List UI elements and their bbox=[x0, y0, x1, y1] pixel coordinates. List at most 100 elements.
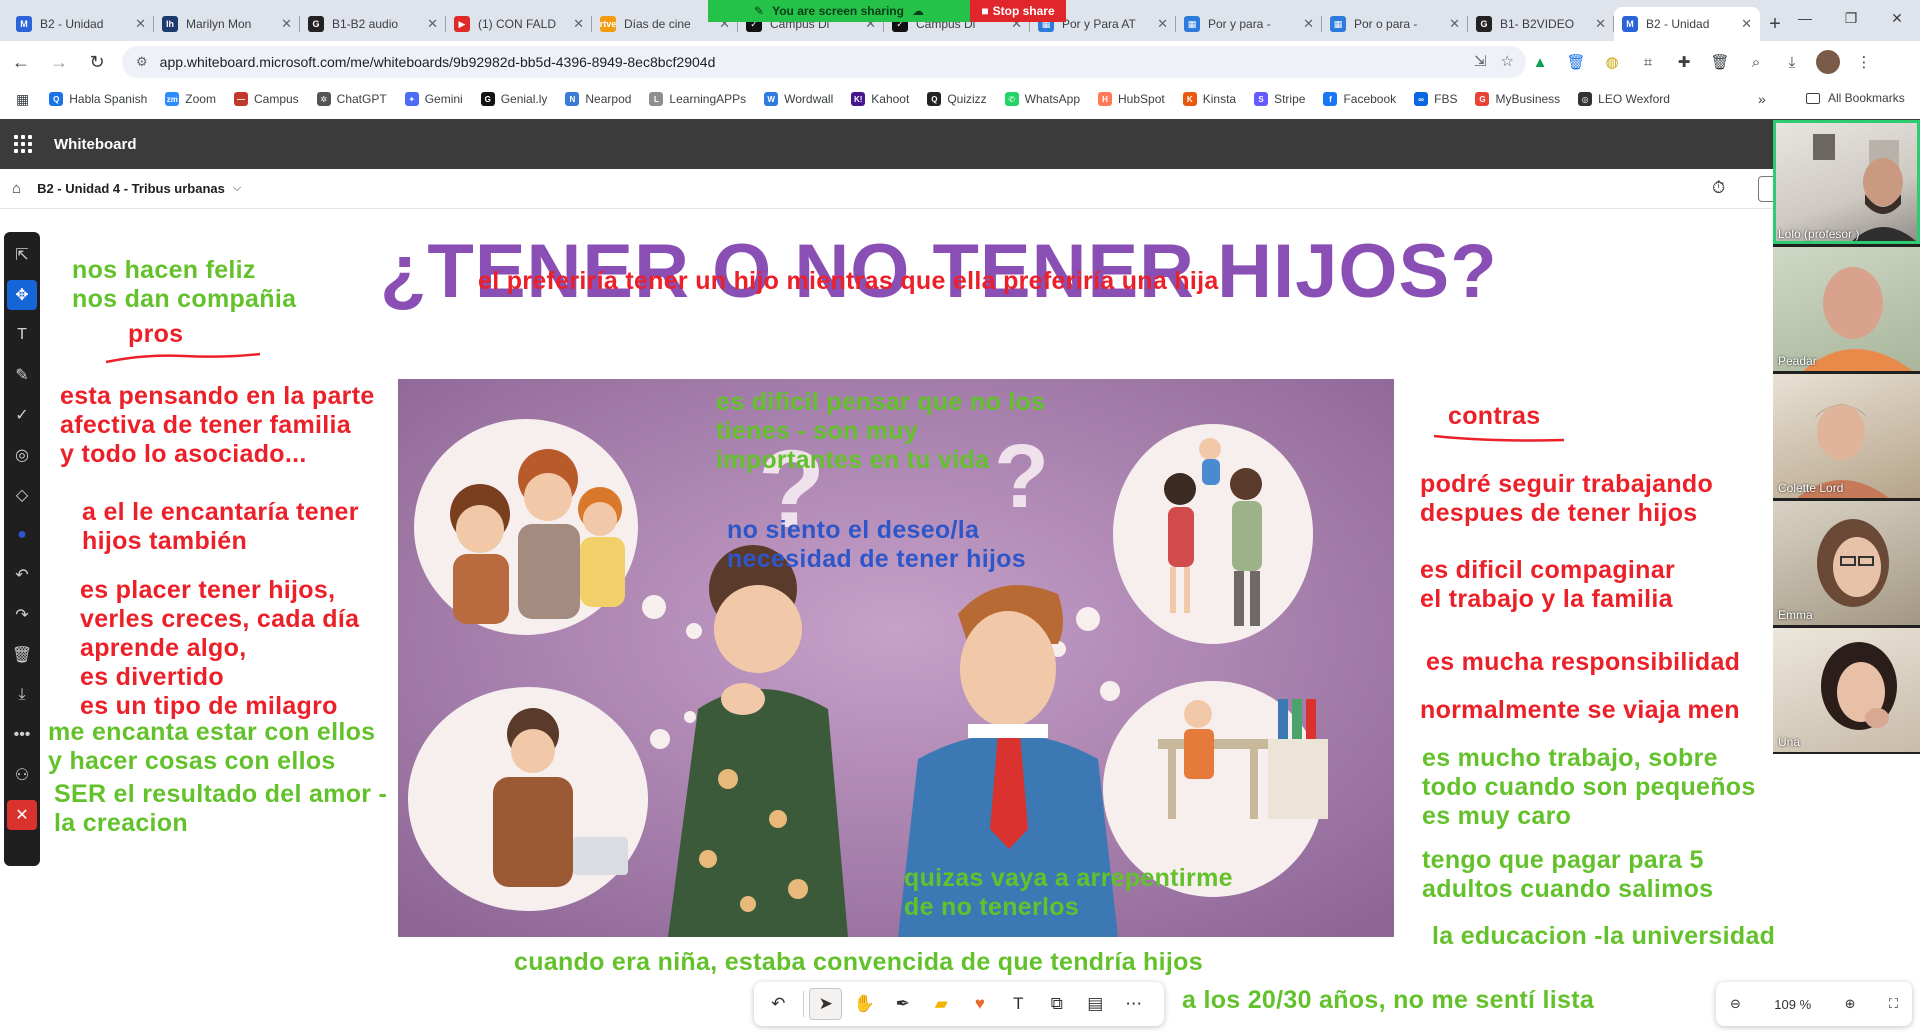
bookmark-item[interactable]: zm Zoom bbox=[165, 92, 216, 106]
bookmark-item[interactable]: ◎ LEO Wexford bbox=[1578, 92, 1670, 106]
whiteboard-canvas[interactable]: ¿TENER O NO TENER HIJOS? ? ? nos hacen f… bbox=[0, 210, 1920, 1032]
participant-tile[interactable]: Emma bbox=[1773, 501, 1920, 625]
bookmark-star-icon[interactable]: ☆ bbox=[1501, 52, 1514, 70]
lasso-icon[interactable]: ◎ bbox=[7, 440, 37, 470]
app-launcher-icon[interactable] bbox=[14, 135, 32, 153]
bookmark-item[interactable]: S Stripe bbox=[1254, 92, 1305, 106]
contras-underline[interactable] bbox=[1430, 430, 1570, 446]
chevron-down-icon[interactable]: ⌵ bbox=[233, 182, 241, 195]
note-resultado-del-amor[interactable]: SER el resultado del amor - la creacion bbox=[54, 780, 387, 838]
note-parte-afectiva[interactable]: esta pensando en la parte afectiva de te… bbox=[60, 382, 375, 469]
bookmark-item[interactable]: — Campus bbox=[233, 92, 299, 106]
reaction-heart-icon[interactable]: ♥ bbox=[964, 988, 997, 1020]
note-responsibilidad[interactable]: es mucha responsibilidad bbox=[1426, 648, 1740, 677]
close-tab-icon[interactable]: ✕ bbox=[281, 16, 292, 32]
checkmark-icon[interactable]: ✓ bbox=[7, 400, 37, 430]
bookmark-item[interactable]: L LearningAPPs bbox=[649, 92, 746, 106]
bookmark-item[interactable]: G MyBusiness bbox=[1475, 92, 1560, 106]
canvas-subtitle[interactable]: el preferiría tener un hijo mientras que… bbox=[478, 267, 1219, 296]
close-tab-icon[interactable]: ✕ bbox=[1303, 16, 1314, 32]
fit-screen-icon[interactable]: ⛶ bbox=[1889, 996, 1898, 1012]
bookmark-item[interactable]: K! Kahoot bbox=[851, 92, 909, 106]
zoom-out-icon[interactable]: ⊖ bbox=[1730, 996, 1741, 1012]
close-tab-icon[interactable]: ✕ bbox=[1741, 16, 1752, 32]
timer-icon[interactable]: ⏱ bbox=[1712, 178, 1725, 198]
bookmark-item[interactable]: H HubSpot bbox=[1098, 92, 1165, 106]
close-tab-icon[interactable]: ✕ bbox=[135, 16, 146, 32]
pros-underline[interactable] bbox=[104, 350, 264, 366]
sticky-note-icon[interactable]: ▰ bbox=[925, 988, 958, 1020]
reload-icon[interactable]: ↻ bbox=[80, 45, 114, 79]
close-window-icon[interactable]: ✕ bbox=[1874, 0, 1920, 36]
bookmark-item[interactable]: N Nearpod bbox=[565, 92, 631, 106]
note-no-siento-deseo[interactable]: no siento el deseo/la necesidad de tener… bbox=[727, 516, 1026, 574]
install-app-icon[interactable]: ⇲ bbox=[1474, 52, 1487, 70]
minimize-icon[interactable]: — bbox=[1782, 0, 1828, 36]
maximize-icon[interactable]: ❐ bbox=[1828, 0, 1874, 36]
close-tab-icon[interactable]: ✕ bbox=[1157, 16, 1168, 32]
apps-grid-icon[interactable]: ▦ bbox=[16, 91, 29, 108]
hand-tool-icon[interactable]: ✋ bbox=[848, 988, 881, 1020]
eraser-icon[interactable]: ◇ bbox=[7, 480, 37, 510]
pen-tool-icon[interactable]: ✎ bbox=[7, 360, 37, 390]
note-seguir-trabajando[interactable]: podré seguir trabajando despues de tener… bbox=[1420, 470, 1713, 528]
note-20-30-anos[interactable]: a los 20/30 años, no me sentí lista bbox=[1182, 986, 1594, 1015]
zoom-in-icon[interactable]: ⊕ bbox=[1845, 996, 1856, 1012]
browser-tab[interactable]: G B1-B2 audio ✕ bbox=[300, 7, 446, 41]
bookmark-item[interactable]: ✆ WhatsApp bbox=[1004, 92, 1080, 106]
participant-tile[interactable]: Lolo (profesor ) bbox=[1773, 120, 1920, 244]
note-cuando-era-nina[interactable]: cuando era niña, estaba convencida de qu… bbox=[514, 948, 1203, 977]
pointer-tool-icon[interactable]: ➤ bbox=[809, 988, 843, 1020]
text-tool-icon[interactable]: T bbox=[7, 320, 37, 350]
zoom-level[interactable]: 109 % bbox=[1774, 997, 1811, 1012]
participant-tile[interactable]: Peadar bbox=[1773, 247, 1920, 371]
delete-tool-icon[interactable]: 🗑 bbox=[7, 640, 37, 670]
note-es-placer[interactable]: es placer tener hijos, verles creces, ca… bbox=[80, 576, 359, 721]
browser-tab[interactable]: ▦ Por o para - ✕ bbox=[1322, 7, 1468, 41]
note-me-encanta[interactable]: me encanta estar con ellos y hacer cosas… bbox=[48, 718, 375, 776]
more-tools-icon[interactable]: ⋯ bbox=[1118, 988, 1151, 1020]
move-tool-icon[interactable]: ✥ bbox=[7, 280, 37, 310]
bookmark-item[interactable]: Q Habla Spanish bbox=[49, 92, 147, 106]
board-name[interactable]: B2 - Unidad 4 - Tribus urbanas bbox=[37, 181, 225, 196]
download-tool-icon[interactable]: ⤓ bbox=[7, 680, 37, 710]
redo-icon[interactable]: ↷ bbox=[7, 600, 37, 630]
profile-avatar[interactable] bbox=[1816, 50, 1840, 74]
templates-icon[interactable]: ▤ bbox=[1079, 988, 1112, 1020]
note-le-encantaria[interactable]: a el le encantaría tener hijos también bbox=[82, 498, 359, 556]
bookmark-item[interactable]: ✦ Gemini bbox=[404, 92, 463, 106]
extension-icon[interactable]: ◍ bbox=[1600, 50, 1624, 74]
bookmark-item[interactable]: W Wordwall bbox=[764, 92, 833, 106]
note-dificil-pensar[interactable]: es dificil pensar que no los tienes - so… bbox=[716, 388, 1045, 475]
home-icon[interactable]: ⌂ bbox=[12, 180, 21, 197]
bookmark-item[interactable]: f Facebook bbox=[1323, 92, 1396, 106]
browser-tab[interactable]: ▶ (1) CON FALD ✕ bbox=[446, 7, 592, 41]
search-page-icon[interactable]: ⌕ bbox=[1744, 50, 1768, 74]
url-input[interactable]: ⚙ app.whiteboard.microsoft.com/me/whiteb… bbox=[122, 46, 1526, 78]
close-tab-icon[interactable]: ✕ bbox=[1595, 16, 1606, 32]
color-picker-icon[interactable]: ● bbox=[7, 520, 37, 550]
more-bookmarks-icon[interactable]: » bbox=[1758, 91, 1766, 107]
undo-icon[interactable]: ↶ bbox=[7, 560, 37, 590]
bookmark-item[interactable]: G Genial.ly bbox=[480, 92, 547, 106]
note-quizas-arrepentirme[interactable]: quizas vaya a arrepentirme de no tenerlo… bbox=[904, 864, 1233, 922]
forward-icon[interactable]: → bbox=[42, 45, 76, 79]
bookmark-item[interactable]: ✲ ChatGPT bbox=[316, 92, 387, 106]
note-pagar-5-adultos[interactable]: tengo que pagar para 5 adultos cuando sa… bbox=[1422, 846, 1713, 904]
menu-dots-icon[interactable]: ⋮ bbox=[1852, 50, 1876, 74]
back-icon[interactable]: ← bbox=[4, 45, 38, 79]
pen-icon[interactable]: ✒ bbox=[887, 988, 920, 1020]
participant-tile[interactable]: Una bbox=[1773, 628, 1920, 752]
puzzle-icon[interactable]: ✚ bbox=[1672, 50, 1696, 74]
code-extension-icon[interactable]: ⌗ bbox=[1636, 50, 1660, 74]
close-tab-icon[interactable]: ✕ bbox=[1449, 16, 1460, 32]
browser-tab[interactable]: G B1- B2VIDEO ✕ bbox=[1468, 7, 1614, 41]
participant-tile[interactable]: Colette Lord bbox=[1773, 374, 1920, 498]
browser-tab[interactable]: M B2 - Unidad ✕ bbox=[1614, 7, 1760, 41]
drive-icon[interactable]: ▲ bbox=[1528, 50, 1552, 74]
close-tab-icon[interactable]: ✕ bbox=[573, 16, 584, 32]
download-icon[interactable]: ⤓ bbox=[1780, 50, 1804, 74]
undo-button-icon[interactable]: ↶ bbox=[762, 988, 795, 1020]
trash-extension-icon[interactable]: 🗑 bbox=[1564, 50, 1588, 74]
shapes-icon[interactable]: ⧉ bbox=[1041, 988, 1074, 1020]
